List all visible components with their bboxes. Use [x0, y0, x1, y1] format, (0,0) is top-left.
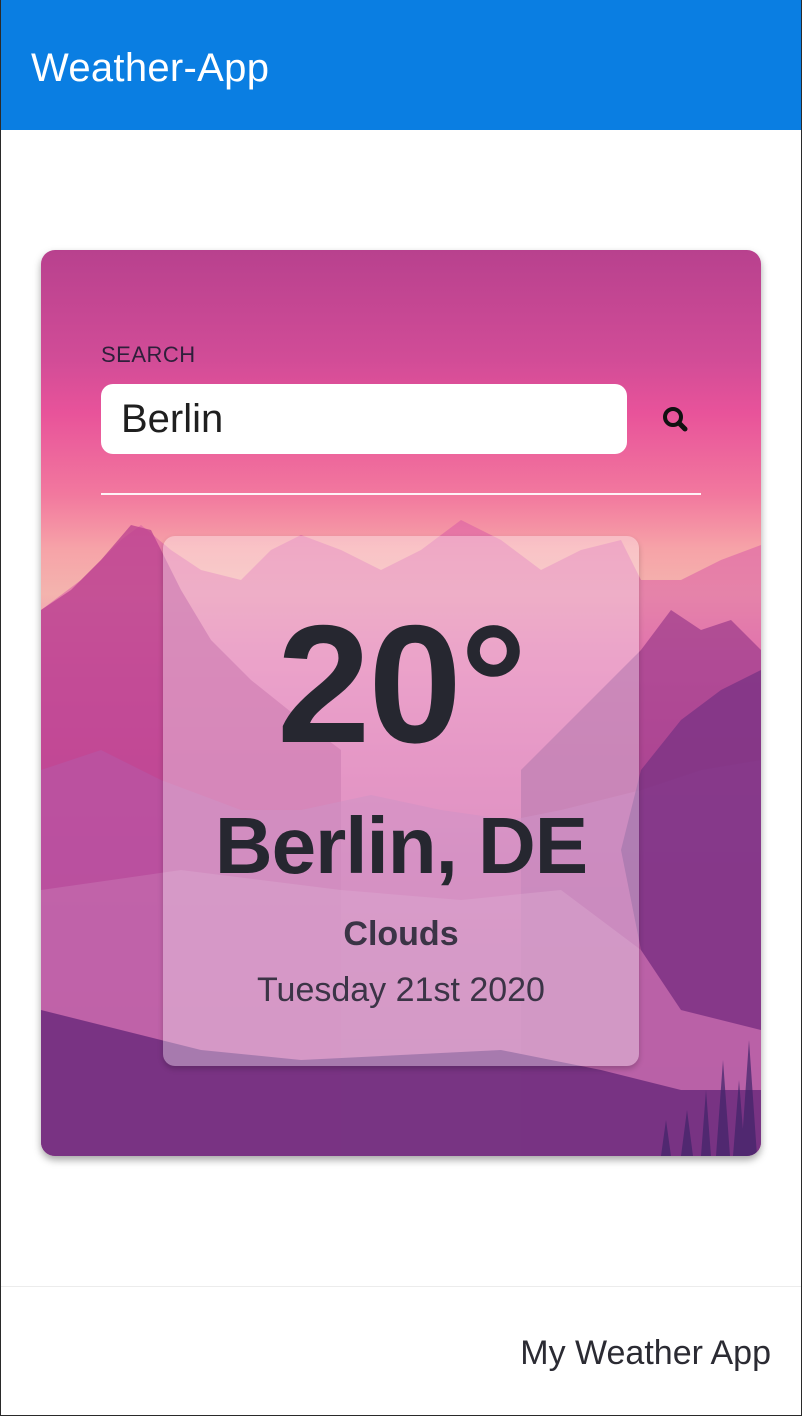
navbar: Weather-App: [1, 0, 801, 130]
weather-info-box: 20° Berlin, DE Clouds Tuesday 21st 2020: [163, 536, 639, 1066]
app-title: Weather-App: [31, 46, 270, 90]
footer-text: My Weather App: [520, 1334, 771, 1372]
date: Tuesday 21st 2020: [257, 971, 545, 1009]
search-label: SEARCH: [101, 342, 196, 367]
footer: My Weather App: [1, 1286, 801, 1415]
search-button[interactable]: [653, 400, 697, 440]
search-icon: [663, 407, 688, 432]
location-name: Berlin, DE: [214, 801, 588, 890]
divider: [101, 493, 701, 495]
temperature: 20°: [276, 590, 527, 778]
weather-card: SEARCH 20° Berlin, DE Clouds Tuesday 21s…: [41, 250, 761, 1156]
weather-condition: Clouds: [343, 915, 459, 953]
search-input[interactable]: [101, 384, 627, 454]
